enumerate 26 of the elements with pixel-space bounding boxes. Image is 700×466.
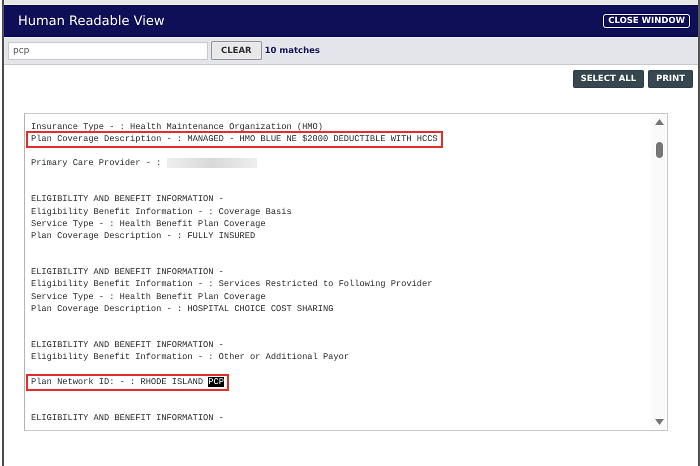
document-line: Plan Coverage Description - : FULLY INSURED [31, 230, 256, 242]
scrollbar[interactable] [651, 114, 667, 430]
document-line: Service Type - : Health Benefit Plan Coverage [31, 218, 266, 230]
action-button[interactable]: SELECT ALL [572, 70, 644, 88]
search-match: PCP [208, 376, 224, 387]
clear-button[interactable]: CLEAR [211, 41, 262, 60]
scroll-down-icon[interactable] [654, 419, 664, 425]
scroll-thumb[interactable] [656, 142, 662, 158]
document-line: Insurance Type - : Health Maintenance Organization (HMO) [31, 122, 323, 133]
action-button[interactable]: PRINT [648, 70, 693, 88]
document-line: Eligibility Benefit Information - : Other or Additional Payor [31, 352, 350, 364]
match-count: 10 matches [264, 46, 320, 56]
scroll-up-icon[interactable] [654, 119, 664, 125]
close-window-button[interactable]: CLOSE WINDOW [603, 14, 690, 28]
window-title: Human Readable View [18, 14, 164, 28]
document-line: Primary Care Provider - : [31, 158, 162, 169]
document-line: Service Type - : Health Benefit Plan Coverage [31, 292, 266, 303]
search-field[interactable]: pcp [8, 42, 208, 60]
document-line: Plan Network ID: - : RHODE ISLAND [31, 376, 204, 387]
document-line: Eligibility Benefit Information - : Services Restricted to Following Provider [31, 279, 432, 290]
document-line: ELIGIBILITY AND BENEFIT INFORMATION - [31, 412, 224, 424]
document-line: Plan Coverage Description - : HOSPITAL CHOICE COST SHARING [31, 304, 334, 315]
document-line: Eligibility Benefit Information - : Coverage Basis [31, 206, 292, 218]
document-line: ELIGIBILITY AND BENEFIT INFORMATION - [31, 194, 224, 206]
document-line: ELIGIBILITY AND BENEFIT INFORMATION - [31, 267, 224, 278]
document-line: ELIGIBILITY AND BENEFIT INFORMATION - [31, 340, 224, 352]
